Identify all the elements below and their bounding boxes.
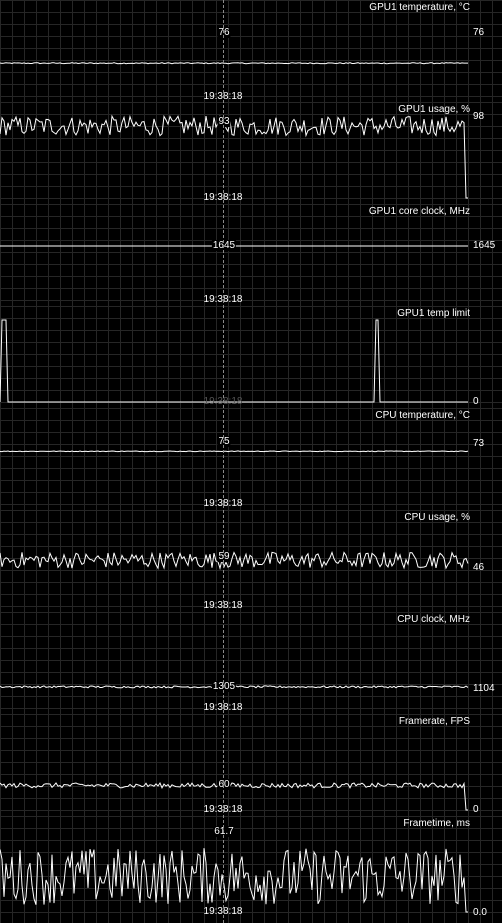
cursor-value: 75 <box>217 436 231 447</box>
cpu-usage-line <box>0 551 469 571</box>
gpu1-usage-line <box>0 114 468 199</box>
current-value: 98 <box>473 111 485 122</box>
cursor-value: 1305 <box>211 681 237 692</box>
cursor-value: 59 <box>217 551 231 562</box>
cpu-clock-line <box>0 685 469 689</box>
graph-title: CPU clock, MHz <box>397 614 470 625</box>
cursor-value: 61.7 <box>213 826 235 837</box>
current-value: 1104 <box>473 683 495 694</box>
gpu1-temp-limit-line <box>0 319 468 403</box>
current-value: 76 <box>473 27 485 38</box>
gpu1-temperature-graph[interactable]: GPU1 temperature, °C 76 76 19:38:18 <box>0 0 502 102</box>
cursor-value: 93 <box>217 116 231 127</box>
current-value: 0 <box>473 396 479 407</box>
graph-title: CPU usage, % <box>404 512 470 523</box>
graph-title: GPU1 core clock, MHz <box>368 206 470 217</box>
graph-title: CPU temperature, °C <box>375 410 470 421</box>
series-line <box>0 114 468 199</box>
gpu1-core-clock-graph[interactable]: GPU1 core clock, MHz 1645 1645 19:38:18 <box>0 204 502 306</box>
frametime-graph[interactable]: Frametime, ms 61.7 0.0 19:38:18 <box>0 816 502 923</box>
series-line <box>0 551 469 571</box>
framerate-graph[interactable]: Framerate, FPS 60 0 19:38:18 <box>0 714 502 816</box>
current-value: 0.0 <box>473 907 487 918</box>
graph-title: Framerate, FPS <box>398 716 470 727</box>
series-line <box>0 319 468 403</box>
time-cursor-line[interactable] <box>223 0 224 923</box>
series-line <box>0 62 468 65</box>
cursor-value: 60 <box>217 779 231 790</box>
graph-title: GPU1 temperature, °C <box>369 2 470 13</box>
gpu1-usage-graph[interactable]: GPU1 usage, % 93 98 19:38:18 <box>0 102 502 204</box>
graph-title: Frametime, ms <box>403 818 470 829</box>
gpu1-core-clock-line <box>0 245 468 247</box>
cursor-value: 1645 <box>211 240 237 251</box>
current-value: 0 <box>473 804 479 815</box>
graph-title: GPU1 temp limit <box>397 308 470 319</box>
graph-title: GPU1 usage, % <box>398 104 470 115</box>
gpu1-temp-limit-graph[interactable]: GPU1 temp limit 0 19:38:18 <box>0 306 502 408</box>
cpu-usage-graph[interactable]: CPU usage, % 59 46 19:38:18 <box>0 510 502 612</box>
current-value: 1645 <box>473 240 496 251</box>
series-line <box>0 848 468 913</box>
series-line <box>0 450 469 453</box>
gpu1-temperature-line <box>0 62 468 65</box>
framerate-line <box>0 781 468 811</box>
cpu-clock-graph[interactable]: CPU clock, MHz 1305 1104 19:38:18 <box>0 612 502 714</box>
current-value: 73 <box>473 438 485 449</box>
current-value: 46 <box>473 562 485 573</box>
cpu-temperature-graph[interactable]: CPU temperature, °C 75 73 19:38:18 <box>0 408 502 510</box>
frametime-line <box>0 848 468 913</box>
cursor-value: 76 <box>217 27 231 38</box>
cpu-temperature-line <box>0 450 469 453</box>
